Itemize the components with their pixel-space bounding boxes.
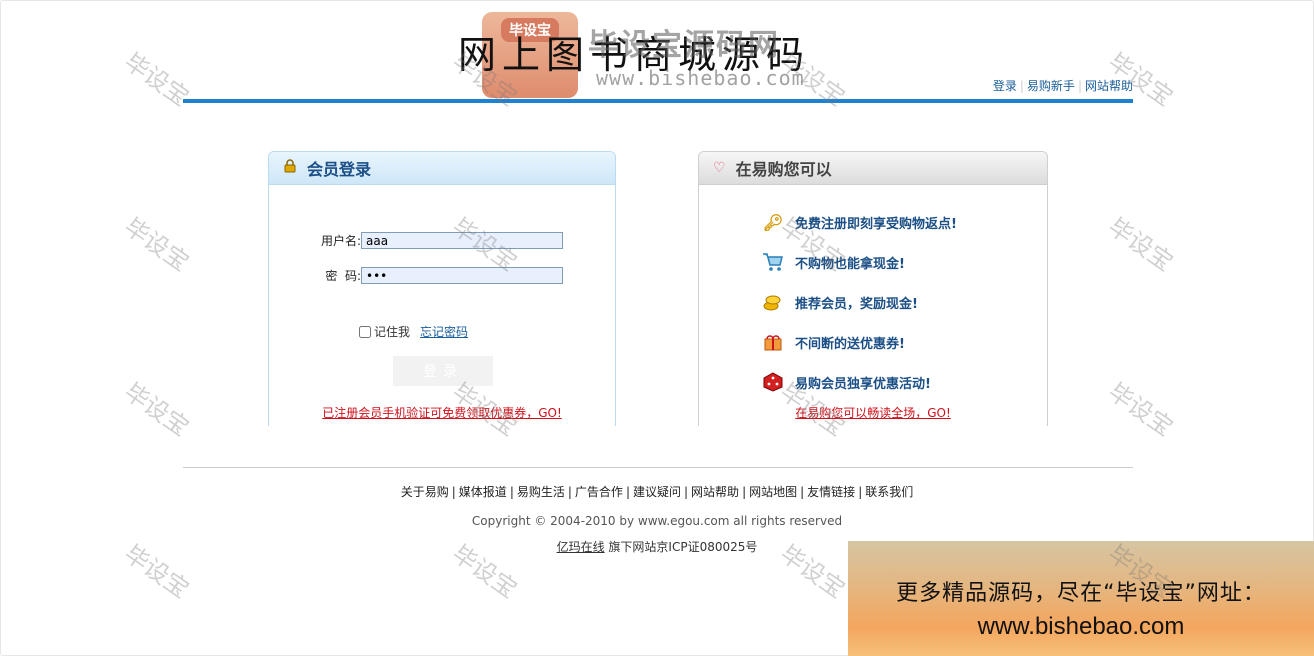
top-link-login[interactable]: 登录 — [993, 79, 1017, 93]
member-login-panel: 会员登录 用户名: 密 码: 记住我 忘记密码 登录 已注册会员手机验证可免费领… — [268, 151, 616, 426]
separator: | — [625, 485, 630, 499]
separator: | — [509, 485, 514, 499]
footer-links: 关于易购 | 媒体报道 | 易购生活 | 广告合作 | 建议疑问 | 网站帮助 | 网站地图 | 友情链接 |… — [0, 483, 1314, 500]
login-button[interactable]: 登录 — [393, 356, 493, 386]
footer-link-friends[interactable]: 友情链接 — [807, 485, 855, 499]
password-input[interactable] — [361, 267, 563, 284]
lock-icon — [283, 159, 297, 177]
benefits-panel-header: ♡ 在易购您可以 — [699, 152, 1047, 185]
icp-text: 旗下网站京ICP证080025号 — [604, 540, 758, 554]
footer-link-about[interactable]: 关于易购 — [401, 485, 449, 499]
icp-company-link[interactable]: 亿玛在线 — [557, 540, 605, 554]
ad-banner-url: www.bishebao.com — [977, 613, 1185, 640]
list-item: 推荐会员，奖励现金! — [761, 282, 957, 322]
remember-me-checkbox[interactable] — [359, 325, 371, 338]
separator: | — [1019, 79, 1024, 93]
benefits-panel: ♡ 在易购您可以 🔑︎ 免费注册即刻享受购物返点! 不购物也能拿现金! 推荐会员… — [698, 151, 1048, 426]
separator: | — [858, 485, 863, 499]
list-item: 不购物也能拿现金! — [761, 242, 957, 282]
separator: | — [684, 485, 689, 499]
separator: | — [451, 485, 456, 499]
copyright-text: Copyright © 2004-2010 by www.egou.com al… — [471, 514, 843, 528]
dice-icon — [761, 370, 785, 394]
list-item: 🔑︎ 免费注册即刻享受购物返点! — [761, 202, 957, 242]
key-icon: 🔑︎ — [762, 212, 784, 232]
benefit-text: 免费注册即刻享受购物返点! — [795, 216, 957, 232]
benefit-text: 不间断的送优惠券! — [795, 336, 905, 352]
remember-row: 记住我 忘记密码 — [359, 323, 468, 340]
forgot-password-link[interactable]: 忘记密码 — [420, 323, 468, 340]
gift-icon — [761, 330, 785, 354]
benefit-text: 易购会员独享优惠活动! — [795, 376, 931, 392]
footer-link-sitemap[interactable]: 网站地图 — [749, 485, 797, 499]
footer-divider — [183, 467, 1133, 468]
separator: | — [1077, 79, 1082, 93]
password-row: 密 码: — [311, 267, 563, 284]
list-item: 易购会员独享优惠活动! — [761, 362, 957, 402]
footer-link-contact[interactable]: 联系我们 — [865, 485, 913, 499]
separator: | — [742, 485, 747, 499]
cart-icon — [761, 250, 785, 274]
logo-brand-watermark: 毕设宝源码网 — [588, 28, 780, 63]
benefit-text: 推荐会员，奖励现金! — [795, 296, 918, 312]
separator: | — [567, 485, 572, 499]
password-label: 密 码: — [325, 269, 361, 283]
footer-link-media[interactable]: 媒体报道 — [459, 485, 507, 499]
benefit-text: 不购物也能拿现金! — [795, 256, 905, 272]
footer-link-help[interactable]: 网站帮助 — [691, 485, 739, 499]
heart-icon: ♡ — [713, 160, 726, 176]
username-row: 用户名: — [311, 232, 563, 249]
benefits-bottom-link[interactable]: 在易购您可以畅读全场，GO! — [699, 404, 1047, 421]
login-panel-title: 会员登录 — [307, 160, 372, 179]
top-link-newbie[interactable]: 易购新手 — [1027, 79, 1075, 93]
footer-link-feedback[interactable]: 建议疑问 — [633, 485, 681, 499]
login-panel-header: 会员登录 — [269, 152, 615, 185]
remember-me-label: 记住我 — [374, 325, 411, 339]
benefit-list: 🔑︎ 免费注册即刻享受购物返点! 不购物也能拿现金! 推荐会员，奖励现金! 不间… — [761, 202, 957, 402]
footer-link-ads[interactable]: 广告合作 — [575, 485, 623, 499]
top-nav-links: 登录 | 易购新手 | 网站帮助 — [993, 77, 1133, 94]
separator: | — [800, 485, 805, 499]
header-divider-bar — [183, 99, 1133, 103]
list-item: 不间断的送优惠券! — [761, 322, 957, 362]
coins-icon — [761, 290, 785, 314]
top-link-help[interactable]: 网站帮助 — [1085, 79, 1133, 93]
ad-banner[interactable]: 更多精品源码，尽在“毕设宝”网址： www.bishebao.com — [848, 541, 1314, 656]
footer-link-life[interactable]: 易购生活 — [517, 485, 565, 499]
ad-banner-line1: 更多精品源码，尽在“毕设宝”网址： — [896, 581, 1266, 606]
benefits-panel-title: 在易购您可以 — [735, 160, 832, 179]
username-label: 用户名: — [320, 234, 361, 248]
phone-verify-promo-link[interactable]: 已注册会员手机验证可免费领取优惠券，GO! — [269, 404, 615, 421]
username-input[interactable] — [361, 232, 563, 249]
logo-url-watermark: www.bishebao.com — [596, 66, 805, 90]
